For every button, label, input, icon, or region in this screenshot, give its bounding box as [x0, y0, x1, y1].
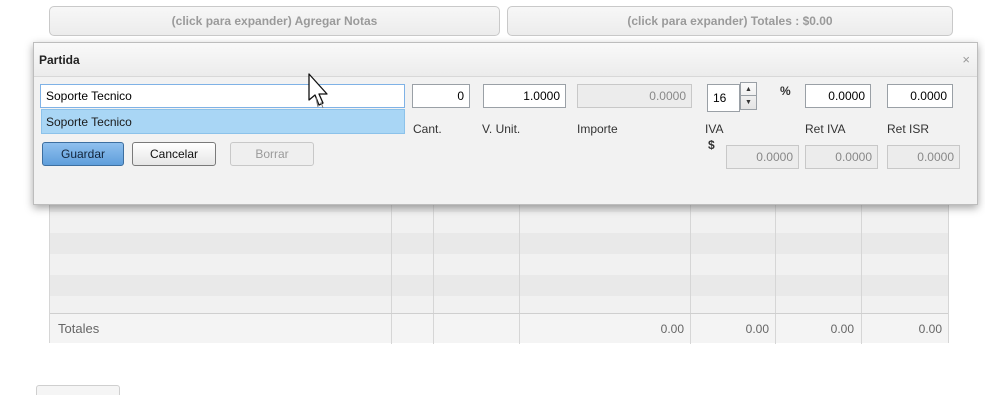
- grid-row: [50, 212, 948, 233]
- ret-iva-label: Ret IVA: [805, 122, 846, 136]
- importe-label: Importe: [577, 122, 618, 136]
- grid-column-divider: [433, 191, 434, 313]
- totals-divider: [775, 314, 776, 344]
- cancelar-button[interactable]: Cancelar: [132, 142, 216, 166]
- description-input[interactable]: [40, 84, 405, 108]
- grid-column-divider: [690, 191, 691, 313]
- cant-input[interactable]: [412, 84, 470, 108]
- ret-isr-input[interactable]: [887, 84, 953, 108]
- items-grid: Totales 0.00 0.00 0.00 0.00: [49, 190, 949, 344]
- ret-isr-label: Ret ISR: [887, 122, 930, 136]
- cant-label: Cant.: [413, 122, 442, 136]
- total-iva: 0.00: [745, 322, 769, 336]
- partida-dialog: Partida × Soporte Tecnico ▲ ▼ % Cant. V.…: [33, 42, 978, 205]
- totals-divider: [519, 314, 520, 344]
- importe-input: [577, 84, 692, 108]
- mouse-pointer-icon: [308, 73, 328, 109]
- grid-column-divider: [519, 191, 520, 313]
- grid-row: [50, 233, 948, 254]
- dialog-header: Partida ×: [34, 43, 977, 77]
- total-ret-isr: 0.00: [918, 322, 942, 336]
- autocomplete-dropdown[interactable]: Soporte Tecnico: [41, 109, 405, 134]
- totals-label: Totales: [58, 321, 100, 336]
- dialog-title: Partida: [39, 53, 80, 67]
- agregar-notas-expander[interactable]: (click para expander) Agregar Notas: [49, 6, 500, 36]
- close-icon[interactable]: ×: [962, 52, 970, 67]
- agregar-notas-label: (click para expander) Agregar Notas: [171, 14, 378, 28]
- spinner-up-icon[interactable]: ▲: [741, 83, 756, 96]
- total-ret-iva: 0.00: [830, 322, 854, 336]
- totales-label: (click para expander) Totales : $0.00: [627, 14, 833, 28]
- ret-iva-amount-input: [805, 145, 878, 169]
- grid-row: [50, 254, 948, 275]
- totales-expander[interactable]: (click para expander) Totales : $0.00: [507, 6, 953, 36]
- total-importe: 0.00: [660, 322, 684, 336]
- hidden-bottom-button[interactable]: [36, 385, 120, 395]
- iva-amount-input: [726, 145, 799, 169]
- autocomplete-item[interactable]: Soporte Tecnico: [46, 115, 132, 129]
- totals-divider: [391, 314, 392, 344]
- totals-divider: [690, 314, 691, 344]
- iva-rate-spinner[interactable]: ▲ ▼: [740, 82, 757, 110]
- ret-iva-input[interactable]: [805, 84, 871, 108]
- guardar-button[interactable]: Guardar: [42, 142, 124, 166]
- iva-label: IVA: [705, 122, 724, 136]
- borrar-button[interactable]: Borrar: [230, 142, 314, 166]
- grid-column-divider: [775, 191, 776, 313]
- percent-symbol: %: [780, 84, 791, 98]
- totals-divider: [861, 314, 862, 344]
- iva-rate-input[interactable]: [707, 84, 740, 112]
- grid-column-divider: [391, 191, 392, 313]
- ret-isr-amount-input: [887, 145, 960, 169]
- grid-row: [50, 275, 948, 296]
- spinner-down-icon[interactable]: ▼: [741, 96, 756, 109]
- grid-column-divider: [861, 191, 862, 313]
- vunit-input[interactable]: [483, 84, 566, 108]
- dollar-symbol: $: [708, 138, 715, 152]
- vunit-label: V. Unit.: [482, 122, 521, 136]
- totals-row: Totales 0.00 0.00 0.00 0.00: [50, 313, 948, 344]
- totals-divider: [433, 314, 434, 344]
